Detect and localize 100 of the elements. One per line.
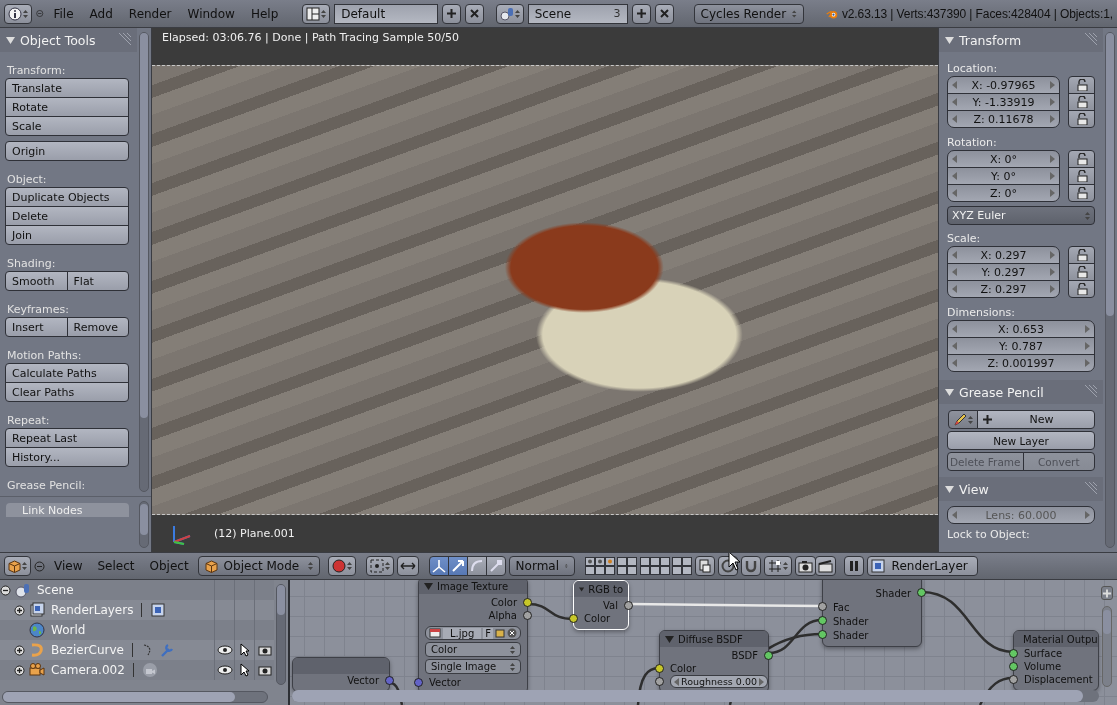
scale-toggle[interactable] [485,556,506,576]
menu-item[interactable]: File [47,4,80,23]
translate-toggle[interactable] [447,556,468,576]
screen-layout-field[interactable]: Default [334,3,438,24]
scene-field[interactable]: Scene 3 [527,3,628,24]
pause-button[interactable] [843,556,864,576]
outliner-row[interactable]: Scene [0,580,274,600]
lock-button[interactable] [1068,263,1095,281]
tool-button[interactable]: Join [5,225,129,245]
panel-header[interactable]: View [939,477,1103,501]
menu-item[interactable]: View [48,557,89,575]
collapse-icon[interactable] [34,560,45,572]
eye-icon[interactable] [216,665,233,675]
number-field[interactable]: X: 0.653 [947,320,1095,338]
rotation-mode-dropdown[interactable]: XYZ Euler [947,206,1095,225]
tool-button[interactable]: Translate [5,78,129,98]
socket[interactable] [764,651,773,660]
number-field[interactable]: Y: 0° [947,167,1060,185]
socket[interactable] [523,598,532,607]
add-button[interactable] [441,3,461,24]
pivot-dropdown[interactable] [365,556,394,576]
number-field[interactable]: Z: 0.297 [947,280,1060,298]
number-field[interactable]: X: -0.97965 [947,76,1060,94]
snap-toggle[interactable] [396,556,419,576]
node-dropdown[interactable]: Single Image [425,659,521,674]
panel-header[interactable]: Object Tools [0,28,137,52]
socket[interactable] [655,664,664,673]
socket[interactable] [414,678,423,687]
number-field[interactable]: X: 0° [947,150,1060,168]
scrollbar[interactable] [276,584,286,685]
lock-button[interactable] [1068,93,1095,111]
camera-icon[interactable] [257,664,272,676]
pointer-icon[interactable] [239,643,250,657]
menu-item[interactable]: Window [181,4,241,23]
expand-tree-icon[interactable] [14,664,25,676]
scrollbar[interactable] [292,690,1099,702]
number-field[interactable]: Z: 0° [947,184,1060,202]
lock-camera-toggle[interactable] [694,556,715,576]
tool-button[interactable]: Delete [5,206,129,226]
lock-button[interactable] [1068,184,1095,202]
menu-item[interactable]: Add [83,4,119,23]
render-animation-button[interactable] [814,556,836,576]
scrollbar[interactable] [1102,606,1112,687]
layer-grid[interactable] [584,557,637,575]
menu-item[interactable]: Select [91,557,141,575]
menu-item[interactable]: Render [122,4,178,23]
number-field[interactable]: Y: 0.297 [947,263,1060,281]
add-button[interactable] [631,3,651,24]
number-field[interactable]: Roughness 0.00 [670,675,768,688]
panel-header[interactable]: Grease Pencil [939,380,1103,404]
socket[interactable] [655,677,664,686]
tool-button[interactable]: Remove [66,317,129,337]
outliner-row[interactable]: World [0,620,274,640]
editor-type-button[interactable] [4,556,31,576]
socket[interactable] [523,611,532,620]
lock-button[interactable] [1068,246,1095,264]
shading-dropdown[interactable] [327,556,356,576]
screen-layout-button[interactable] [302,3,331,24]
outliner-row[interactable]: Camera.002 [0,660,274,680]
scrollbar[interactable] [139,501,149,548]
lock-button[interactable] [1068,76,1095,94]
number-field[interactable]: X: 0.297 [947,246,1060,264]
close-button[interactable] [654,3,674,24]
tool-button[interactable]: Origin [5,141,129,161]
tool-button[interactable]: Duplicate Objects [5,187,129,207]
socket[interactable] [917,588,926,597]
socket[interactable] [818,616,827,625]
scrollbar[interactable] [1105,32,1115,548]
new-button[interactable]: New [977,410,1095,429]
pointer-icon[interactable] [239,663,250,677]
node-dropdown[interactable]: Color [425,642,521,657]
lock-button[interactable] [1068,150,1095,168]
number-field[interactable]: Z: 0.001997 [947,354,1095,372]
tool-button[interactable]: Insert [5,317,68,337]
expand-tree-icon[interactable] [14,644,25,656]
socket[interactable] [1009,675,1018,684]
scrollbar[interactable] [2,691,268,703]
lock-button[interactable] [1068,167,1095,185]
socket[interactable] [569,614,578,623]
tool-button[interactable]: Calculate Paths [5,363,129,383]
editor-type-button[interactable] [4,3,32,24]
tool-button[interactable]: Clear Paths [5,382,129,402]
zoom-in-button[interactable] [1101,586,1113,600]
menu-item[interactable]: Object [143,557,195,575]
manipulator-toggle[interactable] [428,556,449,576]
layer-grid[interactable] [639,557,692,575]
rotate-toggle[interactable] [466,556,487,576]
pencil-picker[interactable] [948,410,978,429]
lock-button[interactable] [1068,110,1095,128]
collapse-tree-icon[interactable] [0,584,11,596]
tool-button[interactable]: Flat [66,271,129,291]
image-selector[interactable]: L.jpg F [425,626,521,640]
tool-button[interactable]: Smooth [5,271,68,291]
tool-button[interactable]: Repeat Last [5,428,129,448]
socket[interactable] [1009,649,1018,658]
close-button[interactable] [464,3,484,24]
socket[interactable] [818,602,827,611]
render-button[interactable] [794,556,816,576]
scrollbar[interactable] [139,32,149,492]
number-field[interactable]: Y: 0.787 [947,337,1095,355]
